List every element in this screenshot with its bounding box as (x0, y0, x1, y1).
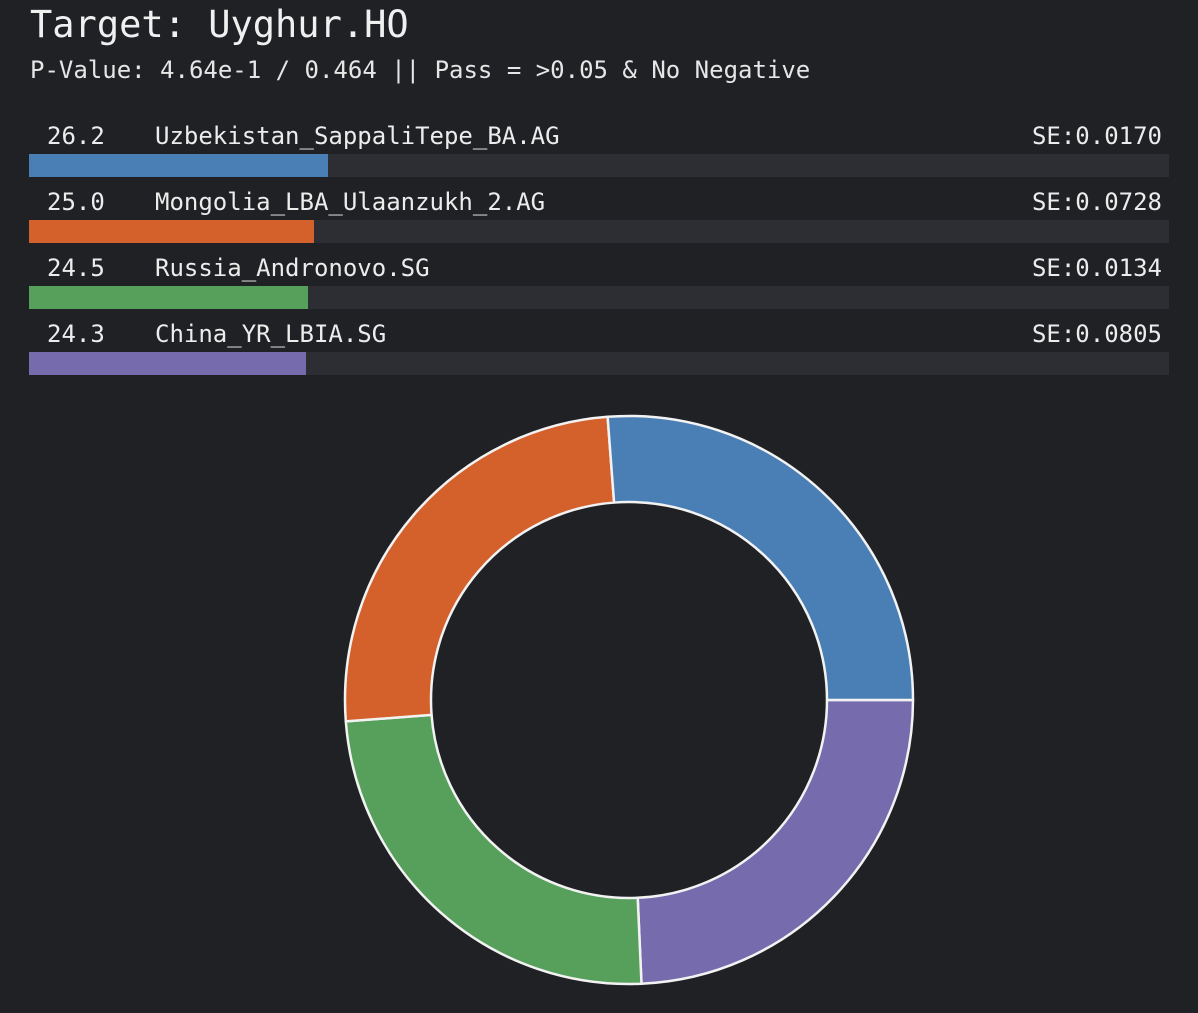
donut-slice (636, 698, 915, 985)
donut-slice (344, 713, 643, 986)
donut-chart (343, 414, 915, 986)
donut-slice (606, 414, 915, 702)
donut-slice (343, 415, 616, 723)
